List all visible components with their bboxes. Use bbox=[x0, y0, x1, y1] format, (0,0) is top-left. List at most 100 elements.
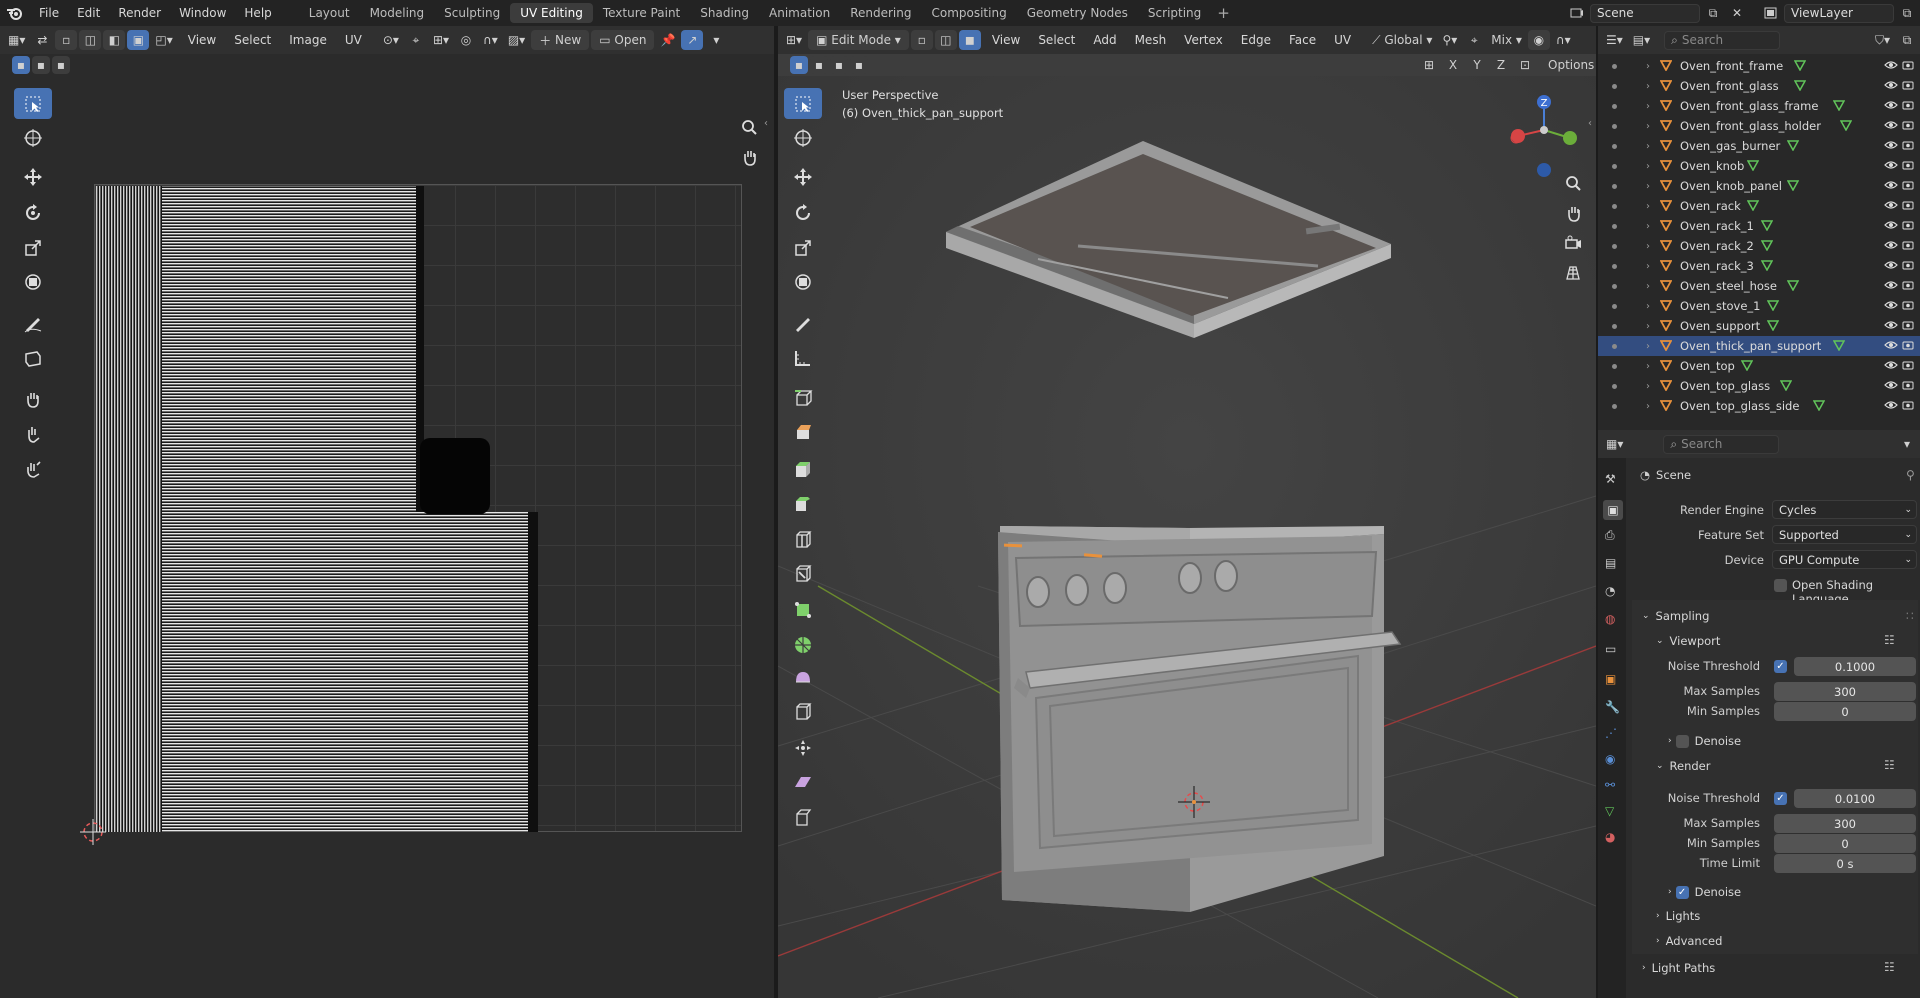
render-camera-icon[interactable] bbox=[1902, 79, 1914, 93]
constraints-tab-icon[interactable]: ⚯ bbox=[1605, 778, 1615, 792]
pin-context-icon[interactable]: ⚲ bbox=[1906, 468, 1915, 482]
lights-subpanel-header[interactable]: › Lights bbox=[1656, 909, 1700, 923]
render-camera-icon[interactable] bbox=[1902, 299, 1914, 313]
vp-tool-cursor[interactable] bbox=[784, 122, 822, 153]
vp-collapse-sidebar-icon[interactable]: ‹ bbox=[1588, 118, 1592, 129]
blender-logo-icon[interactable] bbox=[0, 6, 30, 20]
vp-tool-move[interactable] bbox=[784, 161, 822, 192]
visibility-eye-icon[interactable] bbox=[1884, 179, 1898, 193]
outliner-item[interactable]: › Oven_front_glass_holder bbox=[1598, 116, 1920, 136]
render-camera-icon[interactable] bbox=[1902, 239, 1914, 253]
outliner-item[interactable]: › Oven_top bbox=[1598, 356, 1920, 376]
navigation-gizmo[interactable]: Z bbox=[1504, 88, 1584, 188]
outliner-editor-type-icon[interactable]: ☰▾ bbox=[1602, 30, 1627, 50]
render-camera-icon[interactable] bbox=[1902, 279, 1914, 293]
outliner-item[interactable]: › Oven_top_glass bbox=[1598, 376, 1920, 396]
properties-editor-type-icon[interactable]: ▦▾ bbox=[1602, 434, 1627, 454]
outliner-item[interactable]: › Oven_knob bbox=[1598, 156, 1920, 176]
render-camera-icon[interactable] bbox=[1902, 379, 1914, 393]
restrict-select-dot-icon[interactable] bbox=[1612, 203, 1617, 209]
restrict-select-dot-icon[interactable] bbox=[1612, 363, 1617, 369]
vp-tool-spin[interactable] bbox=[784, 629, 822, 660]
outliner-item[interactable]: › Oven_top_glass_side bbox=[1598, 396, 1920, 416]
menu-edit[interactable]: Edit bbox=[68, 6, 109, 20]
tool-transform[interactable] bbox=[14, 266, 52, 297]
render-camera-icon[interactable] bbox=[1902, 399, 1914, 413]
restrict-select-dot-icon[interactable] bbox=[1612, 243, 1617, 249]
outliner-item[interactable]: › Oven_gas_burner bbox=[1598, 136, 1920, 156]
restrict-select-dot-icon[interactable] bbox=[1612, 323, 1617, 329]
tab-modeling[interactable]: Modeling bbox=[360, 3, 435, 23]
perspective-toggle-icon[interactable] bbox=[1564, 264, 1582, 282]
vp-tool-smooth[interactable] bbox=[784, 662, 822, 693]
visibility-eye-icon[interactable] bbox=[1884, 139, 1898, 153]
expand-arrow-icon[interactable]: › bbox=[1646, 161, 1650, 172]
collapse-sidebar-icon[interactable]: ‹ bbox=[764, 118, 768, 129]
expand-arrow-icon[interactable]: › bbox=[1646, 361, 1650, 372]
vp-tool-shear[interactable] bbox=[784, 766, 822, 797]
outliner-item[interactable]: › Oven_front_frame bbox=[1598, 56, 1920, 76]
restrict-select-dot-icon[interactable] bbox=[1612, 63, 1617, 69]
expand-arrow-icon[interactable]: › bbox=[1646, 241, 1650, 252]
visibility-eye-icon[interactable] bbox=[1884, 219, 1898, 233]
tool-annotate[interactable] bbox=[14, 307, 52, 338]
vp-tool-inset-faces[interactable] bbox=[784, 454, 822, 485]
vp-tool-poly-build[interactable] bbox=[784, 594, 822, 625]
new-collection-icon[interactable]: ⧉ bbox=[1896, 30, 1918, 50]
tab-uv-editing[interactable]: UV Editing bbox=[510, 3, 593, 23]
outliner-item[interactable]: › Oven_front_glass_frame bbox=[1598, 96, 1920, 116]
render-camera-icon[interactable] bbox=[1902, 219, 1914, 233]
tab-geometry-nodes[interactable]: Geometry Nodes bbox=[1017, 3, 1138, 23]
render-camera-icon[interactable] bbox=[1902, 159, 1914, 173]
outliner-item[interactable]: › Oven_rack_3 bbox=[1598, 256, 1920, 276]
r-noise-threshold-field[interactable]: 0.0100 bbox=[1794, 789, 1916, 808]
render-camera-icon[interactable] bbox=[1902, 139, 1914, 153]
viewport-scene[interactable] bbox=[778, 26, 1596, 998]
tool-tab-icon[interactable]: ⚒ bbox=[1605, 472, 1616, 486]
drag-handle-icon[interactable]: ∷ bbox=[1906, 609, 1914, 623]
tab-compositing[interactable]: Compositing bbox=[921, 3, 1016, 23]
move-view-hand-icon[interactable] bbox=[1564, 204, 1582, 222]
restrict-select-dot-icon[interactable] bbox=[1612, 403, 1617, 409]
tab-shading[interactable]: Shading bbox=[690, 3, 759, 23]
visibility-eye-icon[interactable] bbox=[1884, 59, 1898, 73]
menu-file[interactable]: File bbox=[30, 6, 68, 20]
expand-arrow-icon[interactable]: › bbox=[1646, 121, 1650, 132]
outliner-item[interactable]: › Oven_rack_1 bbox=[1598, 216, 1920, 236]
view-layer-selector[interactable]: ViewLayer bbox=[1784, 3, 1894, 23]
visibility-eye-icon[interactable] bbox=[1884, 399, 1898, 413]
r-time-limit-field[interactable]: 0 s bbox=[1774, 854, 1916, 873]
expand-arrow-icon[interactable]: › bbox=[1646, 321, 1650, 332]
vp-tool-scale[interactable] bbox=[784, 232, 822, 263]
restrict-select-dot-icon[interactable] bbox=[1612, 163, 1617, 169]
vp-tool-rip-region[interactable] bbox=[784, 802, 822, 833]
outliner-item[interactable]: › Oven_steel_hose bbox=[1598, 276, 1920, 296]
visibility-eye-icon[interactable] bbox=[1884, 199, 1898, 213]
restrict-select-dot-icon[interactable] bbox=[1612, 123, 1617, 129]
vp-min-samples-field[interactable]: 0 bbox=[1774, 702, 1916, 721]
r-denoise-checkbox[interactable]: ✓ bbox=[1675, 885, 1689, 899]
restrict-select-dot-icon[interactable] bbox=[1612, 143, 1617, 149]
menu-window[interactable]: Window bbox=[170, 6, 235, 20]
outliner-search-input[interactable]: ⌕ Search bbox=[1664, 30, 1781, 50]
vp-tool-loop-cut[interactable] bbox=[784, 524, 822, 555]
tab-rendering[interactable]: Rendering bbox=[840, 3, 921, 23]
visibility-eye-icon[interactable] bbox=[1884, 259, 1898, 273]
menu-help[interactable]: Help bbox=[235, 6, 280, 20]
collection-tab-icon[interactable]: ▭ bbox=[1605, 642, 1616, 656]
sampling-section-header[interactable]: ⌄ Sampling bbox=[1642, 609, 1709, 623]
restrict-select-dot-icon[interactable] bbox=[1612, 283, 1617, 289]
visibility-eye-icon[interactable] bbox=[1884, 79, 1898, 93]
tool-grab[interactable] bbox=[14, 383, 52, 414]
expand-arrow-icon[interactable]: › bbox=[1646, 61, 1650, 72]
visibility-eye-icon[interactable] bbox=[1884, 299, 1898, 313]
render-subpanel-header[interactable]: ⌄ Render bbox=[1656, 759, 1711, 773]
physics-tab-icon[interactable]: ◉ bbox=[1605, 752, 1615, 766]
outliner-item[interactable]: › Oven_front_glass bbox=[1598, 76, 1920, 96]
tool-select-box[interactable] bbox=[14, 88, 52, 119]
render-camera-icon[interactable] bbox=[1902, 199, 1914, 213]
r-noise-threshold-checkbox[interactable]: ✓ bbox=[1774, 792, 1787, 805]
render-camera-icon[interactable] bbox=[1902, 59, 1914, 73]
vp-tool-edge-slide[interactable] bbox=[784, 696, 822, 727]
viewport-subpanel-header[interactable]: ⌄ Viewport bbox=[1656, 634, 1720, 648]
